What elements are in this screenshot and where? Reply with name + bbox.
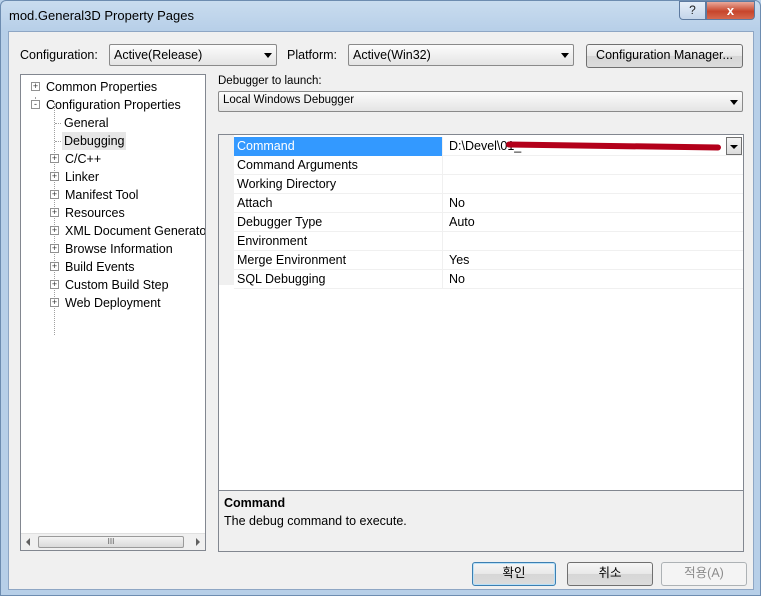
property-grid[interactable]: Command D:\Devel\01_ Command Arguments W…	[218, 134, 744, 494]
tree-item-label: General	[64, 116, 109, 130]
window-title: mod.General3D Property Pages	[9, 8, 194, 23]
property-name: Merge Environment	[234, 251, 443, 270]
chevron-down-icon	[264, 53, 272, 58]
tree-item-label: XML Document Generator	[65, 224, 206, 238]
value-dropdown-button[interactable]	[726, 137, 742, 155]
expand-icon[interactable]: +	[50, 190, 59, 199]
property-name: Debugger Type	[234, 213, 443, 232]
property-name: SQL Debugging	[234, 270, 443, 289]
configuration-manager-button[interactable]: Configuration Manager...	[586, 44, 743, 68]
tree-connector	[55, 141, 61, 142]
property-name: Command	[234, 137, 443, 156]
title-bar[interactable]: mod.General3D Property Pages ? x	[1, 1, 760, 31]
expand-icon[interactable]: +	[50, 208, 59, 217]
property-value[interactable]	[446, 156, 743, 175]
property-name: Working Directory	[234, 175, 443, 194]
expand-icon[interactable]: +	[50, 244, 59, 253]
apply-button[interactable]: 적용(A)	[661, 562, 747, 586]
property-row-attach[interactable]: Attach No	[234, 194, 743, 213]
redaction-mark	[505, 141, 722, 151]
platform-dropdown[interactable]: Active(Win32)	[348, 44, 574, 66]
cancel-button[interactable]: 취소	[567, 562, 653, 586]
expand-icon[interactable]: +	[50, 154, 59, 163]
configuration-value: Active(Release)	[114, 48, 203, 62]
property-value[interactable]: Auto	[446, 213, 743, 232]
configuration-label: Configuration:	[20, 48, 98, 62]
property-name: Environment	[234, 232, 443, 251]
scroll-left-icon[interactable]	[26, 538, 30, 546]
platform-value: Active(Win32)	[353, 48, 431, 62]
property-name: Command Arguments	[234, 156, 443, 175]
tree-item-label: Browse Information	[65, 242, 173, 256]
property-value[interactable]: Yes	[446, 251, 743, 270]
tree-item-label: Manifest Tool	[65, 188, 139, 202]
tree-item-label: Custom Build Step	[65, 278, 169, 292]
description-title: Command	[224, 496, 286, 510]
property-row-debugger-type[interactable]: Debugger Type Auto	[234, 213, 743, 232]
tree-item-label: Common Properties	[46, 80, 158, 94]
tree-connector	[55, 123, 61, 124]
tree-item-label: Build Events	[65, 260, 135, 274]
tree-item-label: Configuration Properties	[46, 98, 181, 112]
property-pages-window: mod.General3D Property Pages ? x Configu…	[0, 0, 761, 596]
property-value[interactable]	[446, 232, 743, 251]
debugger-to-launch-label: Debugger to launch:	[218, 75, 322, 87]
tree-item-label: Web Deployment	[65, 296, 161, 310]
tree-item-label: C/C++	[65, 152, 102, 166]
expand-icon[interactable]: +	[50, 226, 59, 235]
tree-horizontal-scrollbar[interactable]: III	[21, 533, 205, 550]
expand-icon[interactable]: +	[50, 298, 59, 307]
expand-icon[interactable]: +	[50, 280, 59, 289]
debugger-dropdown[interactable]: Local Windows Debugger	[218, 91, 743, 112]
scroll-right-icon[interactable]	[196, 538, 200, 546]
property-row-working-directory[interactable]: Working Directory	[234, 175, 743, 194]
description-text: The debug command to execute.	[224, 514, 407, 528]
expand-icon[interactable]: +	[50, 172, 59, 181]
ok-button[interactable]: 확인	[472, 562, 556, 586]
property-value[interactable]: No	[446, 270, 743, 289]
platform-label: Platform:	[287, 48, 338, 62]
property-row-merge-environment[interactable]: Merge Environment Yes	[234, 251, 743, 270]
tree-item-label: Debugging	[62, 132, 127, 150]
dialog-client-area: Configuration: Active(Release) Platform:…	[8, 31, 754, 590]
debugger-value: Local Windows Debugger	[223, 94, 355, 106]
property-name: Attach	[234, 194, 443, 213]
property-row-command[interactable]: Command D:\Devel\01_	[234, 137, 743, 156]
grid-gutter	[219, 135, 234, 285]
chevron-down-icon	[730, 145, 738, 149]
tree-item-label: Resources	[65, 206, 125, 220]
property-row-environment[interactable]: Environment	[234, 232, 743, 251]
tree-item-label: Linker	[65, 170, 100, 184]
chevron-down-icon	[561, 53, 569, 58]
property-row-sql-debugging[interactable]: SQL Debugging No	[234, 270, 743, 289]
collapse-icon[interactable]: -	[31, 100, 40, 109]
expand-icon[interactable]: +	[31, 82, 40, 91]
property-value[interactable]	[446, 175, 743, 194]
configuration-dropdown[interactable]: Active(Release)	[109, 44, 277, 66]
property-value-command[interactable]: D:\Devel\01_	[446, 137, 743, 156]
description-panel: Command The debug command to execute.	[218, 490, 744, 552]
close-button[interactable]: x	[706, 1, 755, 20]
help-button[interactable]: ?	[679, 1, 706, 20]
property-value[interactable]: No	[446, 194, 743, 213]
scrollbar-thumb[interactable]: III	[38, 536, 184, 548]
category-tree[interactable]: + Common Properties - Configuration Prop…	[20, 74, 206, 551]
expand-icon[interactable]: +	[50, 262, 59, 271]
property-row-command-arguments[interactable]: Command Arguments	[234, 156, 743, 175]
chevron-down-icon	[730, 100, 738, 105]
